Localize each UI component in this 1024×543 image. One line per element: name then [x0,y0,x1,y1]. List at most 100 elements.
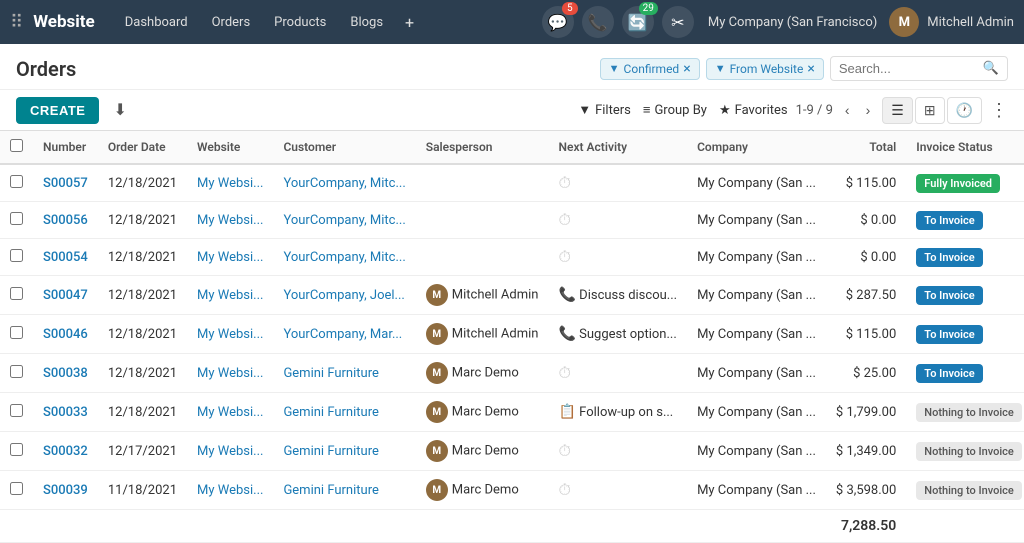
search-icon[interactable]: 🔍 [983,61,999,76]
clock-icon[interactable]: ⏱ [559,363,571,382]
row-checkbox[interactable] [10,365,23,378]
next-page-btn[interactable]: › [862,100,875,120]
salesperson-name: Marc Demo [452,405,519,420]
customer-cell: YourCompany, Mitc... [273,239,415,276]
footer-empty [906,510,1024,543]
status-badge: Nothing to Invoice [916,481,1022,500]
filter-funnel2-icon: ▼ [715,62,726,75]
phone-icon[interactable]: 📞 [559,326,576,342]
view-switcher: ☰ ⊞ 🕐 [882,97,982,124]
clock-icon[interactable]: ⏱ [559,441,571,460]
nav-blogs[interactable]: Blogs [340,11,393,34]
status-cell: To Invoice [906,276,1024,315]
refresh-btn[interactable]: 🔄 29 [622,6,654,38]
row-checkbox[interactable] [10,287,23,300]
salesperson-cell: MMarc Demo [416,432,549,471]
create-button[interactable]: CREATE [16,97,99,124]
clock-icon[interactable]: ⏱ [559,480,571,499]
nav-products[interactable]: Products [264,11,336,34]
filter-website-close[interactable]: × [807,62,814,76]
topnav: ⠿ Website Dashboard Orders Products Blog… [0,0,1024,44]
activity-text: Follow-up on s... [579,405,673,420]
filter-confirmed-close[interactable]: × [683,62,690,76]
grid-icon[interactable]: ⠿ [10,12,23,33]
website-cell: My Websi... [187,393,273,432]
filter-website-label: From Website [730,62,804,76]
activity-cell: ⏱ [549,239,688,276]
website-cell: My Websi... [187,432,273,471]
salesperson-cell: MMarc Demo [416,393,549,432]
kanban-view-btn[interactable]: ⊞ [915,97,945,124]
order-date: 12/18/2021 [98,354,187,393]
settings-btn[interactable]: ✂ [662,6,694,38]
salesperson-cell [416,239,549,276]
more-options-btn[interactable]: ⋮ [990,100,1008,121]
company-label: My Company (San Francisco) [700,15,885,30]
phone-icon[interactable]: 📞 [559,287,576,303]
total-cell: $ 1,349.00 [826,432,906,471]
row-checkbox[interactable] [10,443,23,456]
brand-label[interactable]: Website [33,12,95,32]
page-title: Orders [16,57,588,81]
status-cell: Nothing to Invoice [906,471,1024,510]
order-link[interactable]: S00056 [43,213,88,228]
order-link[interactable]: S00038 [43,366,88,381]
order-link[interactable]: S00032 [43,444,88,459]
order-link[interactable]: S00039 [43,483,88,498]
salesperson-name: Mitchell Admin [452,288,539,303]
row-checkbox[interactable] [10,249,23,262]
pagination-info: 1-9 / 9 [796,103,833,118]
header-customer: Customer [273,131,415,165]
chat-btn[interactable]: 💬 5 [542,6,574,38]
avatar[interactable]: M [889,7,919,37]
clock-icon[interactable]: ⏱ [559,247,571,266]
table-row: S0003312/18/2021My Websi...Gemini Furnit… [0,393,1024,432]
website-cell: My Websi... [187,164,273,202]
salesperson-cell: MMarc Demo [416,354,549,393]
order-link[interactable]: S00047 [43,288,88,303]
group-by-btn[interactable]: ≡ Group By [643,102,707,118]
total-cell: $ 0.00 [826,239,906,276]
toolbar: CREATE ⬇ ▼ Filters ≡ Group By ★ Favorite… [0,89,1024,130]
list-icon: ≡ [643,102,651,118]
total-cell: $ 0.00 [826,202,906,239]
task-icon[interactable]: 📋 [559,404,576,420]
filter-from-website[interactable]: ▼ From Website × [706,58,824,80]
row-checkbox[interactable] [10,212,23,225]
status-cell: Nothing to Invoice [906,432,1024,471]
row-checkbox[interactable] [10,404,23,417]
nav-orders[interactable]: Orders [202,11,261,34]
select-all-checkbox[interactable] [10,139,23,152]
filter-funnel-icon: ▼ [609,62,620,75]
filters-btn[interactable]: ▼ Filters [578,102,631,118]
activity-cell: 📞 Discuss discou... [549,276,688,315]
company-cell: My Company (San ... [687,276,826,315]
status-badge: To Invoice [916,325,982,344]
prev-page-btn[interactable]: ‹ [841,100,854,120]
clock-icon[interactable]: ⏱ [559,173,571,192]
download-button[interactable]: ⬇ [107,96,132,124]
salesperson-name: Marc Demo [452,483,519,498]
row-checkbox[interactable] [10,482,23,495]
order-link[interactable]: S00054 [43,250,88,265]
favorites-btn[interactable]: ★ Favorites [719,103,788,118]
row-checkbox[interactable] [10,326,23,339]
filter-confirmed[interactable]: ▼ Confirmed × [600,58,700,80]
footer-total: 7,288.50 [826,510,906,543]
order-link[interactable]: S00046 [43,327,88,342]
phone-btn[interactable]: 📞 [582,6,614,38]
order-link[interactable]: S00057 [43,176,88,191]
nav-plus[interactable]: + [397,9,422,36]
header-salesperson: Salesperson [416,131,549,165]
salesperson-name: Marc Demo [452,444,519,459]
nav-dashboard[interactable]: Dashboard [115,11,198,34]
customer-cell: YourCompany, Mar... [273,315,415,354]
order-link[interactable]: S00033 [43,405,88,420]
list-view-btn[interactable]: ☰ [882,97,913,124]
row-checkbox[interactable] [10,175,23,188]
activity-view-btn[interactable]: 🕐 [947,97,982,124]
search-input[interactable] [839,61,979,76]
salesperson-avatar: M [426,479,448,501]
clock-icon[interactable]: ⏱ [559,210,571,229]
header-order-date: Order Date [98,131,187,165]
